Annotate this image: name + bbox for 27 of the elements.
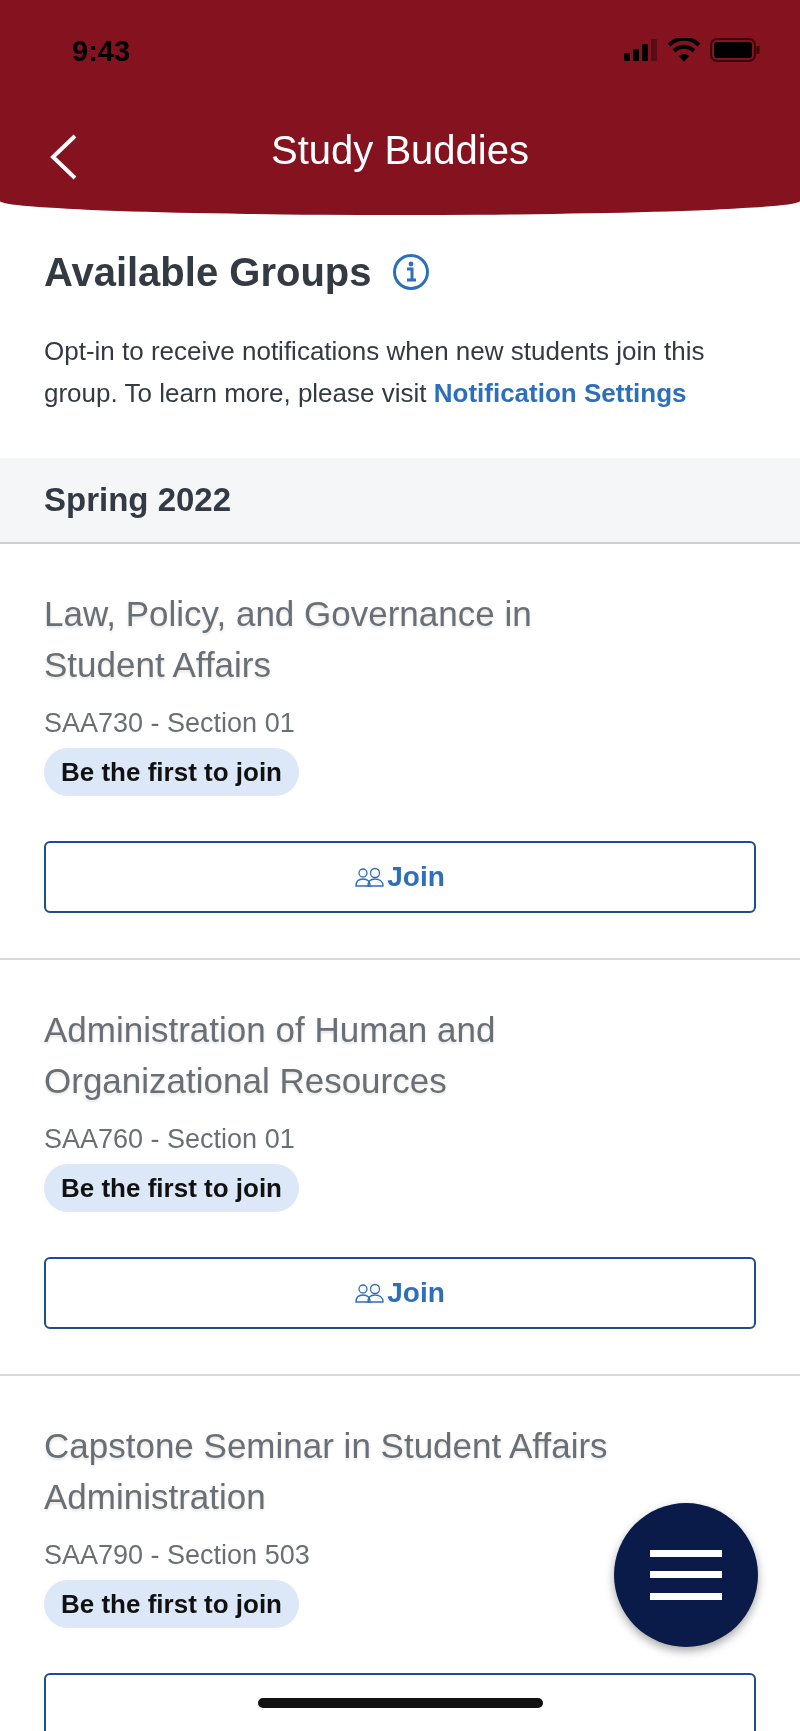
menu-icon: [650, 1550, 722, 1600]
people-icon: [355, 1283, 386, 1303]
join-button[interactable]: Join: [44, 841, 756, 913]
signal-icon: [624, 39, 658, 61]
people-icon: [355, 867, 386, 887]
menu-button[interactable]: [614, 1503, 758, 1647]
join-button[interactable]: [44, 1673, 756, 1731]
intro-text: Opt-in to receive notifications when new students join this group. To learn more, please visit Notification Settings: [44, 335, 706, 410]
wifi-icon: [668, 38, 700, 62]
status-badge: Be the first to join: [44, 748, 299, 796]
term-title: Spring 2022: [44, 481, 232, 519]
course-title: Capstone Seminar in Student Affairs Administration: [44, 1425, 609, 1518]
status-badge: Be the first to join: [44, 1164, 299, 1212]
course-title: Administration of Human and Organizational Resources: [44, 1009, 497, 1102]
battery-icon: [710, 38, 760, 62]
screen-title: Study Buddies: [271, 127, 529, 173]
notification-settings-link[interactable]: Notification Settings: [433, 378, 687, 408]
section-heading: Available Groups: [44, 249, 372, 296]
course-section: SAA760 - Section 01: [44, 1119, 756, 1159]
info-icon[interactable]: [391, 253, 430, 291]
status-badge: Be the first to join: [44, 1580, 299, 1628]
course-title: Law, Policy, and Governance in Student Affairs: [44, 593, 533, 686]
course-section: SAA730 - Section 01: [44, 703, 756, 743]
join-button[interactable]: Join: [44, 1257, 756, 1329]
back-icon: [50, 134, 78, 180]
course-section: SAA790 - Section 503: [44, 1535, 756, 1575]
status-time: 9:43: [72, 34, 131, 68]
